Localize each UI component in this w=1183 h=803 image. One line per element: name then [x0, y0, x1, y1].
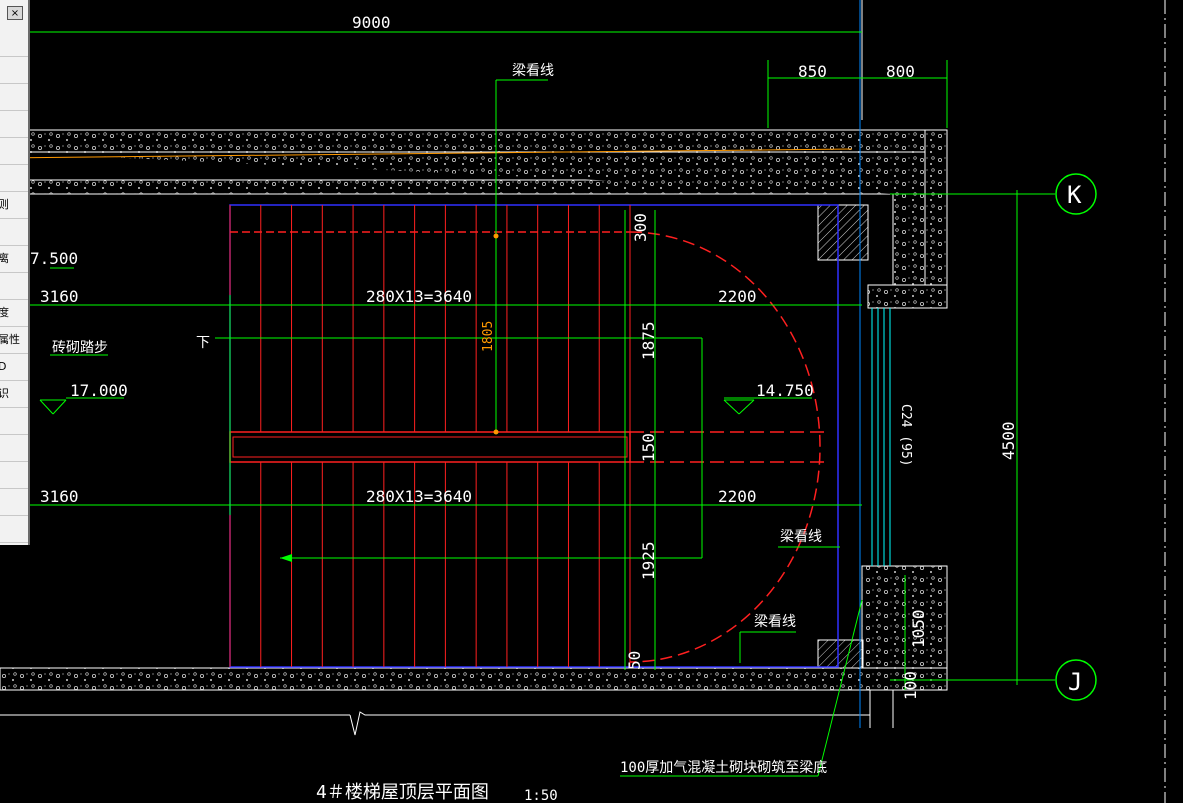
dim-v-300: 300 [631, 213, 650, 242]
stair-treads [229, 205, 631, 667]
palette-row[interactable] [0, 165, 28, 192]
palette-row[interactable] [0, 462, 28, 489]
palette-row-label: D [0, 360, 6, 373]
palette-row[interactable]: 识 [0, 381, 28, 408]
stair [229, 204, 839, 668]
palette-row[interactable] [0, 516, 28, 543]
palette-row[interactable]: 度 [0, 300, 28, 327]
dim-top-right-a: 850 [798, 62, 827, 81]
label-beam-line-bottom: 梁看线 [754, 614, 796, 630]
palette-row[interactable] [0, 30, 28, 57]
drawing-scale: 1:50 [524, 788, 558, 803]
dim-v-50: 50 [625, 651, 644, 670]
label-beam-line-top: 梁看线 [512, 63, 554, 79]
palette-row[interactable] [0, 138, 28, 165]
dim-run-upper: 280X13=3640 [366, 287, 472, 306]
cad-drawing-canvas[interactable]: 9000 850 800 3160 280X13=3640 2200 3160 … [0, 0, 1183, 803]
palette-row-label: 识 [0, 387, 9, 400]
arrow-ticks [280, 233, 499, 562]
dim-v-1805: 1805 [481, 321, 496, 352]
dim-landing-lower: 2200 [718, 487, 757, 506]
palette-row-label: 度 [0, 306, 9, 319]
palette-row[interactable]: 属性 [0, 327, 28, 354]
dim-top-right-b: 800 [886, 62, 915, 81]
palette-close-button[interactable]: × [7, 6, 23, 20]
right-wall-upper [924, 129, 948, 309]
palette-row[interactable] [0, 57, 28, 84]
elevation-landing: 14.750 [756, 381, 814, 400]
dim-v-1925: 1925 [639, 541, 658, 580]
palette-row[interactable]: D [0, 354, 28, 381]
dim-v-150: 150 [639, 433, 658, 462]
palette-row[interactable] [0, 489, 28, 516]
dim-v-1050: 1050 [909, 609, 928, 648]
dim-overall: 9000 [352, 13, 391, 32]
label-window: C24 (95) [898, 404, 913, 467]
drawing-title: 4＃楼梯屋顶层平面图 [316, 782, 489, 803]
label-brick-steps: 砖砌踏步 [52, 340, 108, 356]
elevation-left-top: 7.500 [30, 249, 78, 268]
dim-v-4500: 4500 [999, 421, 1018, 460]
dim-landing-upper: 2200 [718, 287, 757, 306]
dim-v-100: 100 [901, 671, 920, 700]
axis-label-j: J [1068, 668, 1082, 696]
palette-row-label: 则 [0, 198, 9, 211]
palette-row[interactable]: 离 [0, 246, 28, 273]
dim-left-lower: 3160 [40, 487, 79, 506]
palette-row[interactable] [0, 408, 28, 435]
palette-row[interactable] [0, 435, 28, 462]
bottom-wall [0, 667, 948, 691]
palette-row[interactable] [0, 84, 28, 111]
palette-row[interactable] [0, 219, 28, 246]
dim-left-upper: 3160 [40, 287, 79, 306]
dim-run-lower: 280X13=3640 [366, 487, 472, 506]
axis-label-k: K [1067, 181, 1082, 209]
right-pier-upper [867, 284, 948, 309]
column-hatch-bottom [817, 639, 864, 669]
palette-row[interactable] [0, 273, 28, 300]
palette-row-label: 离 [0, 252, 9, 265]
top-wall [0, 129, 948, 153]
dim-v-1875: 1875 [639, 321, 658, 360]
palette-row[interactable]: 则 [0, 192, 28, 219]
palette-row-label: 属性 [0, 333, 20, 346]
label-wall-note: 100厚加气混凝土砌块砌筑至梁底 [620, 760, 827, 776]
label-down: 下 [196, 335, 210, 351]
palette-row[interactable] [0, 111, 28, 138]
label-beam-line-mid: 梁看线 [780, 529, 822, 545]
elevation-left: 17.000 [70, 381, 128, 400]
properties-palette[interactable]: × 则离度属性 D 识 [0, 0, 30, 545]
